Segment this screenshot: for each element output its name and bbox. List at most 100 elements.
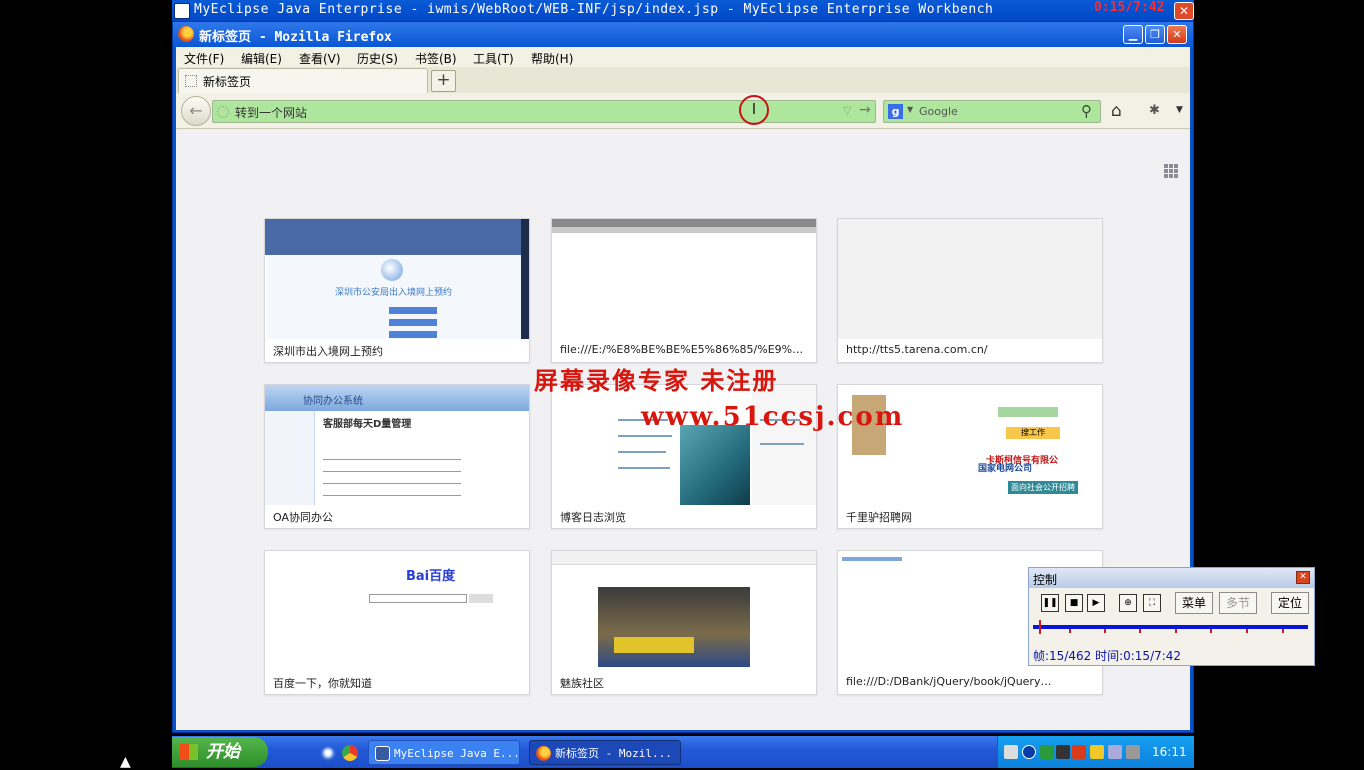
menu-button[interactable]: 菜单 bbox=[1175, 592, 1213, 614]
taskbar-item-label: MyEclipse Java E... bbox=[394, 747, 520, 760]
tray-collapse-icon[interactable] bbox=[1022, 745, 1036, 759]
tab-label: 新标签页 bbox=[203, 75, 252, 89]
close-button[interactable]: ✕ bbox=[1167, 25, 1187, 44]
ie-quicklaunch-icon[interactable] bbox=[320, 745, 336, 761]
firefox-logo-icon bbox=[178, 26, 194, 42]
tile-caption: OA协同办公 bbox=[273, 511, 333, 524]
tile-caption: 百度一下，你就知道 bbox=[273, 677, 372, 690]
url-dropdown-icon[interactable]: ▽ bbox=[843, 104, 851, 117]
playback-progress[interactable] bbox=[1033, 625, 1308, 629]
google-engine-icon[interactable]: g bbox=[888, 104, 903, 119]
text-cursor-highlight: I bbox=[739, 95, 769, 125]
tile-thumbnail bbox=[838, 219, 1102, 339]
eclipse-icon bbox=[375, 746, 390, 761]
taskbar: 开始 MyEclipse Java E... 新标签页 - Mozil... 1… bbox=[172, 736, 1194, 768]
tile-caption: 魅族社区 bbox=[560, 677, 604, 690]
firefox-icon bbox=[536, 746, 551, 761]
search-bar[interactable]: g ▼ Google ⚲ bbox=[883, 100, 1101, 123]
menu-edit[interactable]: 编辑(E) bbox=[241, 50, 282, 67]
tile-thumbnail: 协同办公系统 客服部每天D量管理 bbox=[265, 385, 529, 505]
eclipse-window-titlebar: MyEclipse Java Enterprise - iwmis/WebRoo… bbox=[172, 0, 1194, 22]
firefox-window-title: 新标签页 - Mozilla Firefox bbox=[199, 30, 392, 45]
tile-thumbnail: 深圳市公安局出入境网上预约 bbox=[265, 219, 529, 339]
chrome-quicklaunch-icon[interactable] bbox=[342, 745, 358, 761]
thumb-photo bbox=[680, 425, 750, 505]
pause-button[interactable]: ❚❚ bbox=[1041, 594, 1059, 612]
firefox-titlebar: 新标签页 - Mozilla Firefox ▁ ❐ ✕ bbox=[173, 22, 1193, 47]
tile-caption: file:///E:/%E8%BE%BE%E5%86%85/%E9%A1%B9… bbox=[560, 343, 810, 356]
playback-position-handle[interactable] bbox=[1039, 620, 1041, 634]
multi-section-button[interactable]: 多节 bbox=[1219, 592, 1257, 614]
go-arrow-icon[interactable]: → bbox=[859, 102, 871, 118]
maximize-button[interactable]: ❐ bbox=[1145, 25, 1165, 44]
grid-toggle-icon[interactable] bbox=[1164, 164, 1178, 178]
site-tile[interactable]: 深圳市公安局出入境网上预约 深圳市出入境网上预约 bbox=[264, 218, 530, 363]
tile-caption: 深圳市出入境网上预约 bbox=[273, 345, 383, 358]
new-tab-button[interactable]: + bbox=[431, 70, 456, 92]
fit-window-button[interactable]: ⊕ bbox=[1119, 594, 1137, 612]
site-tile[interactable]: 协同办公系统 客服部每天D量管理 OA协同办公 bbox=[264, 384, 530, 529]
keyboard-icon[interactable] bbox=[1004, 745, 1018, 759]
next-button[interactable]: ▶ bbox=[1087, 594, 1105, 612]
locate-button[interactable]: 定位 bbox=[1271, 592, 1309, 614]
menu-view[interactable]: 查看(V) bbox=[299, 50, 341, 67]
menu-tools[interactable]: 工具(T) bbox=[473, 50, 514, 67]
tile-thumbnail bbox=[552, 219, 816, 339]
tile-thumbnail: Bai百度 bbox=[265, 551, 529, 671]
site-tile[interactable]: file:///E:/%E8%BE%BE%E5%86%85/%E9%A1%B9… bbox=[551, 218, 817, 363]
menu-file[interactable]: 文件(F) bbox=[184, 50, 224, 67]
tile-caption: 千里驴招聘网 bbox=[846, 511, 912, 524]
thumb-photo bbox=[598, 587, 750, 667]
toolbar-menu-icon[interactable]: ▼ bbox=[1176, 105, 1183, 115]
engine-dropdown-icon[interactable]: ▼ bbox=[907, 105, 913, 114]
tile-caption: http://tts5.tarena.com.cn/ bbox=[846, 343, 988, 356]
start-button[interactable]: 开始 bbox=[172, 737, 268, 767]
qq-icon[interactable] bbox=[1056, 745, 1070, 759]
search-input[interactable]: Google bbox=[919, 105, 958, 118]
tile-thumbnail bbox=[552, 551, 816, 671]
tab-new-tab-page[interactable]: 新标签页 bbox=[178, 68, 428, 93]
watermark-url: www.51ccsj.com bbox=[641, 402, 905, 432]
frame-time-info: 帧:15/462 时间:0:15/7:42 bbox=[1033, 649, 1182, 663]
thumb-state-recruit: 面向社会公开招聘 bbox=[1008, 481, 1078, 494]
minimize-button[interactable]: ▁ bbox=[1123, 25, 1143, 44]
site-identity-icon bbox=[217, 106, 229, 118]
eclipse-close-button[interactable]: ✕ bbox=[1174, 2, 1194, 20]
tab-strip: 新标签页 + bbox=[176, 67, 1190, 93]
menu-bookmarks[interactable]: 书签(B) bbox=[415, 50, 457, 67]
thumb-heading: 深圳市公安局出入境网上预约 bbox=[335, 288, 453, 298]
site-tile[interactable]: http://tts5.tarena.com.cn/ bbox=[837, 218, 1103, 363]
site-tile[interactable]: Bai百度 百度一下，你就知道 bbox=[264, 550, 530, 695]
home-icon[interactable]: ⌂ bbox=[1111, 101, 1122, 121]
menu-help[interactable]: 帮助(H) bbox=[531, 50, 573, 67]
control-panel-title: 控制 bbox=[1033, 573, 1058, 587]
taskbar-item-firefox[interactable]: 新标签页 - Mozil... bbox=[529, 740, 681, 765]
clock: 16:11 bbox=[1152, 745, 1187, 759]
eclipse-app-icon bbox=[174, 3, 190, 19]
watermark-unregistered: 屏幕录像专家 未注册 bbox=[534, 366, 779, 395]
recorder-time-overlay: 0:15/7:42 bbox=[1094, 0, 1165, 15]
fullscreen-button[interactable]: ⛶ bbox=[1143, 594, 1161, 612]
display-icon[interactable] bbox=[1126, 745, 1140, 759]
addon-icon[interactable]: ✱ bbox=[1149, 103, 1165, 118]
tile-caption: 博客日志浏览 bbox=[560, 511, 626, 524]
thumb-state-grid: 国家电网公司 bbox=[978, 464, 1033, 474]
back-button[interactable]: ← bbox=[181, 96, 211, 126]
eclipse-window-title: MyEclipse Java Enterprise - iwmis/WebRoo… bbox=[194, 2, 994, 17]
thumb-search-button: 搜工作 bbox=[1006, 427, 1060, 439]
menu-history[interactable]: 历史(S) bbox=[357, 50, 398, 67]
recorder-control-panel: 控制 ✕ ❚❚ ■ ▶ ⊕ ⛶ 菜单 多节 定位 帧:15/462 时间:0:1… bbox=[1028, 567, 1315, 666]
close-icon[interactable]: ✕ bbox=[1296, 571, 1310, 584]
shield-icon[interactable] bbox=[1090, 745, 1104, 759]
url-bar[interactable]: 转到一个网站 ▽ → bbox=[212, 100, 876, 123]
baidu-logo: Bai百度 bbox=[406, 569, 456, 584]
search-icon[interactable]: ⚲ bbox=[1081, 102, 1092, 120]
url-input[interactable]: 转到一个网站 bbox=[235, 104, 307, 121]
network-icon[interactable] bbox=[1040, 745, 1054, 759]
site-tile[interactable]: 魅族社区 bbox=[551, 550, 817, 695]
volume-icon[interactable] bbox=[1108, 745, 1122, 759]
stop-button[interactable]: ■ bbox=[1065, 594, 1083, 612]
security-icon[interactable] bbox=[1072, 745, 1086, 759]
taskbar-item-myeclipse[interactable]: MyEclipse Java E... bbox=[368, 740, 520, 765]
thumb-heading: 客服部每天D量管理 bbox=[323, 419, 412, 430]
